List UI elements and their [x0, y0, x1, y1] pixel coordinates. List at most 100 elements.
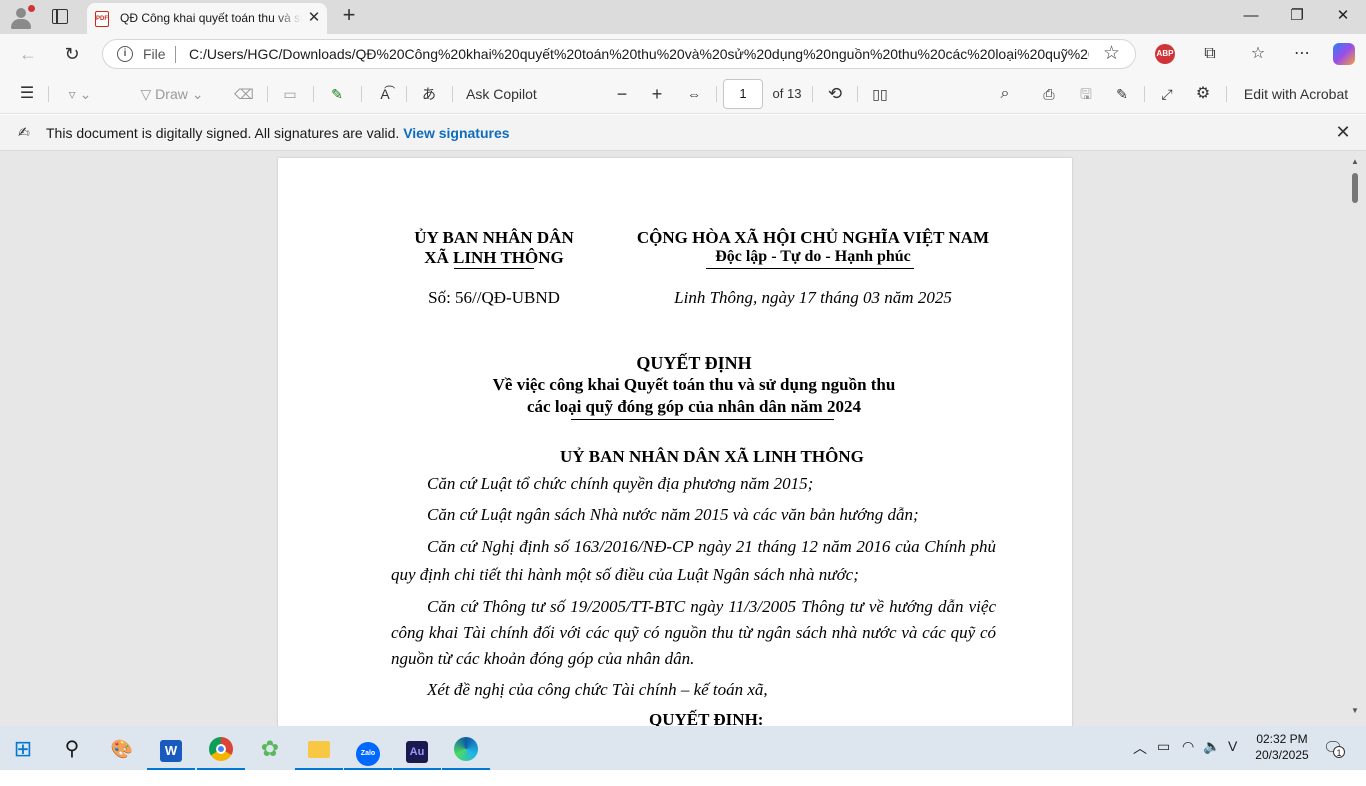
file-explorer-icon[interactable] [295, 732, 343, 770]
pdf-page: ỦY BAN NHÂN DÂN XÃ LINH THÔNG CỘNG HÒA X… [278, 158, 1072, 726]
screen-bottom-strip [0, 770, 1366, 786]
chrome-icon[interactable] [197, 732, 245, 770]
text-box-icon[interactable]: ▭ [279, 83, 301, 105]
back-button[interactable]: ← [15, 42, 41, 66]
active-tab[interactable]: PDF QĐ Công khai quyết toán thu và sử dụ… [87, 3, 327, 34]
basis-text: Xét đề nghị của công chức Tài chính – kế… [427, 680, 768, 699]
page-number-input[interactable]: 1 [723, 79, 763, 109]
basis-paragraph: Căn cứ Nghị định số 163/2016/NĐ-CP ngày … [391, 533, 996, 589]
ime-icon[interactable]: V [1228, 738, 1237, 754]
adblock-icon[interactable]: ABP [1155, 44, 1175, 64]
signature-infobar: ✍ This document is digitally signed. All… [0, 115, 1366, 151]
minimize-button[interactable]: — [1228, 0, 1274, 34]
basis-paragraph: Căn cứ Luật tổ chức chính quyền địa phươ… [391, 471, 996, 497]
navigation-bar: ← ↻ i File C:/Users/HGC/Downloads/QĐ%20C… [0, 34, 1366, 74]
paint-icon[interactable]: 🎨 [105, 732, 139, 766]
info-icon[interactable]: i [117, 46, 133, 62]
page-total: of 13 [772, 86, 802, 101]
read-aloud-icon[interactable]: A͡ [373, 83, 397, 105]
start-icon[interactable]: ⊞ [6, 732, 40, 766]
refresh-button[interactable]: ↻ [59, 42, 85, 66]
find-icon[interactable]: ⌕ [993, 83, 1017, 105]
copilot-icon[interactable] [1333, 43, 1355, 65]
basis-text: Căn cứ Thông tư số 19/2005/TT-BTC ngày 1… [391, 597, 996, 668]
notification-dot [28, 5, 35, 12]
save-icon[interactable]: 🖫 [1074, 83, 1098, 105]
view-signatures-link[interactable]: View signatures [403, 125, 509, 141]
extensions-icon[interactable]: ⧉ [1199, 43, 1221, 65]
contents-icon[interactable]: ☰ [16, 83, 38, 105]
close-window-button[interactable]: ✕ [1320, 0, 1366, 34]
address-bar[interactable]: i File C:/Users/HGC/Downloads/QĐ%20Công%… [102, 39, 1136, 69]
signature-tool-icon[interactable]: ✎ [325, 83, 349, 105]
certificate-icon: ✍ [18, 124, 30, 140]
scroll-up-icon[interactable]: ▲ [1350, 157, 1360, 166]
close-tab-icon[interactable]: ✕ [305, 9, 323, 27]
new-tab-button[interactable]: + [337, 4, 361, 28]
basis-paragraph: Căn cứ Thông tư số 19/2005/TT-BTC ngày 1… [391, 594, 996, 672]
more-menu-icon[interactable]: ⋯ [1291, 43, 1313, 65]
subject-underline [571, 419, 834, 420]
notification-count: 1 [1333, 746, 1345, 758]
settings-gear-icon[interactable]: ⚙ [1191, 83, 1215, 105]
erase-icon[interactable]: ⌫ [232, 83, 256, 105]
basis-text: Căn cứ Nghị định số 163/2016/NĐ-CP ngày … [391, 537, 996, 584]
translate-icon[interactable]: あ [416, 83, 442, 105]
tray-overflow-icon[interactable]: ︿ [1133, 738, 1147, 758]
subject-line1: Về việc công khai Quyết toán thu và sử d… [492, 375, 896, 394]
close-infobar-icon[interactable]: ✕ [1333, 122, 1353, 142]
volume-icon[interactable]: 🔈 [1203, 738, 1220, 755]
pdf-viewer: ỦY BAN NHÂN DÂN XÃ LINH THÔNG CỘNG HÒA X… [0, 151, 1366, 726]
restore-button[interactable]: ❐ [1274, 0, 1320, 34]
favorites-icon[interactable]: ☆ [1247, 43, 1269, 65]
windows-taskbar: ⊞ ⚲ 🎨 W ✿ Zalo Au ︿ ▭ ◠ 🔈 V 02:32 PM 20/… [0, 726, 1366, 770]
save-as-icon[interactable]: ✎ [1110, 83, 1134, 105]
basis-paragraph: Căn cứ Luật ngân sách Nhà nước năm 2015 … [391, 502, 996, 528]
zoom-in-icon[interactable]: + [646, 83, 668, 105]
infobar-text: This document is digitally signed. All s… [46, 125, 400, 141]
org-name-line2: XÃ LINH THÔNG [424, 248, 564, 267]
nation-title: CỘNG HÒA XÃ HỘI CHỦ NGHĨA VIỆT NAM [636, 228, 990, 247]
tab-title: QĐ Công khai quyết toán thu và sử dụng [120, 11, 302, 25]
subject-line2: các loại quỹ đóng góp của nhân dân năm 2… [527, 397, 861, 416]
motto-underline [706, 268, 914, 269]
url-text[interactable]: C:/Users/HGC/Downloads/QĐ%20Công%20khai%… [189, 46, 1089, 62]
basis-paragraph: Xét đề nghị của công chức Tài chính – kế… [391, 677, 996, 703]
clock-time: 02:32 PM [1256, 732, 1308, 746]
notification-center-icon[interactable]: 🗨1 [1323, 738, 1345, 758]
zalo-icon[interactable]: Zalo [344, 732, 392, 770]
scroll-down-icon[interactable]: ▼ [1350, 706, 1360, 715]
org-name-line1: ỦY BAN NHÂN DÂN [414, 228, 574, 247]
profile-avatar[interactable] [8, 5, 35, 31]
app-green-icon[interactable]: ✿ [253, 732, 287, 766]
highlight-icon[interactable]: ▿ ⌄ [58, 83, 102, 105]
tab-actions-icon[interactable] [52, 9, 68, 24]
wifi-icon[interactable]: ◠ [1182, 738, 1194, 755]
page-view-icon[interactable]: ▯▯ [868, 83, 892, 105]
word-icon[interactable]: W [147, 732, 195, 770]
draw-label: Draw [155, 86, 188, 102]
place-date: Linh Thông, ngày 17 tháng 03 năm 2025 [674, 288, 952, 307]
tab-strip: PDF QĐ Công khai quyết toán thu và sử dụ… [0, 0, 1366, 34]
rotate-icon[interactable]: ⟲ [823, 83, 847, 105]
edge-icon[interactable] [442, 732, 490, 770]
scroll-thumb[interactable] [1352, 173, 1358, 203]
print-icon[interactable]: ⎙ [1037, 83, 1061, 105]
nation-motto: Độc lập - Tự do - Hạnh phúc [715, 248, 911, 265]
ask-copilot-button[interactable]: Ask Copilot [466, 83, 542, 105]
battery-icon[interactable]: ▭ [1157, 738, 1170, 755]
zoom-out-icon[interactable]: − [611, 83, 633, 105]
authority-heading: UỶ BAN NHÂN DÂN XÃ LINH THÔNG [560, 447, 864, 466]
system-clock[interactable]: 02:32 PM 20/3/2025 [1252, 731, 1312, 763]
search-icon[interactable]: ⚲ [55, 732, 89, 766]
edit-with-acrobat-button[interactable]: Edit with Acrobat [1240, 83, 1352, 105]
scheme-label: File [143, 46, 166, 62]
fit-page-icon[interactable]: ⇔ [682, 83, 706, 105]
basis-text: Căn cứ Luật ngân sách Nhà nước năm 2015 … [427, 505, 919, 524]
audition-icon[interactable]: Au [393, 732, 441, 770]
pdf-toolbar: ☰ ▿ ⌄ ▽ Draw ⌄ ⌫ ▭ ✎ A͡ あ Ask Copilot − … [0, 74, 1366, 114]
fullscreen-icon[interactable]: ⤢ [1155, 83, 1179, 105]
favorite-star-icon[interactable]: ☆ [1103, 42, 1120, 65]
draw-button[interactable]: ▽ Draw ⌄ [126, 83, 218, 105]
vertical-scrollbar[interactable]: ▲ ▼ [1348, 151, 1362, 726]
